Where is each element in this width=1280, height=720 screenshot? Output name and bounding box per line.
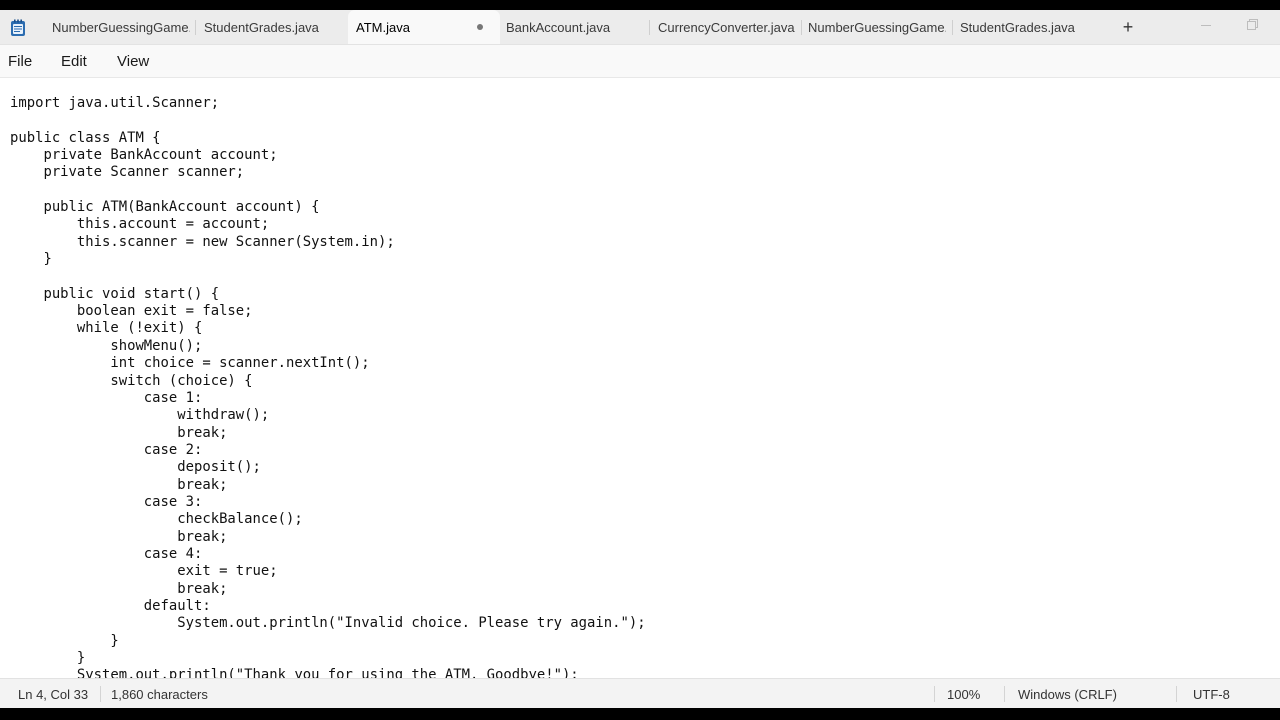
tab-numberguessinggame[interactable]: NumberGuessingGame.java — [44, 10, 196, 44]
restore-icon[interactable] — [1242, 16, 1262, 36]
code-line: break; — [10, 528, 228, 545]
menu-edit[interactable]: Edit — [61, 53, 87, 70]
tab-label: BankAccount.java — [506, 19, 611, 35]
code-line: } — [10, 650, 86, 666]
status-separator — [1004, 686, 1005, 702]
menu-view[interactable]: View — [117, 53, 149, 70]
code-line: showMenu(); — [10, 337, 203, 354]
status-separator — [1176, 686, 1177, 702]
tab-bar: NumberGuessingGame.java StudentGrades.ja… — [0, 10, 1280, 45]
tab-currencyconverter[interactable]: CurrencyConverter.java — [650, 10, 802, 44]
tab-numberguessinggame-2[interactable]: NumberGuessingGame.java — [800, 10, 952, 44]
tab-studentgrades-2[interactable]: StudentGrades.java — [952, 10, 1104, 44]
menu-file[interactable]: File — [8, 53, 32, 70]
status-separator — [934, 686, 935, 702]
unsaved-dot-icon — [477, 24, 483, 30]
code-line: import java.util.Scanner; — [10, 95, 220, 111]
tab-atm[interactable]: ATM.java — [348, 10, 500, 44]
code-line: boolean exit = false; — [10, 303, 253, 320]
code-line: exit = true; — [10, 563, 278, 580]
tab-label: StudentGrades.java — [960, 19, 1075, 35]
minimize-icon[interactable] — [1196, 16, 1216, 36]
code-line: } — [10, 632, 119, 649]
zoom-level[interactable]: 100% — [947, 687, 980, 702]
character-count: 1,860 characters — [111, 687, 208, 702]
code-line: break; — [10, 580, 228, 597]
code-line: public class ATM { — [10, 129, 161, 146]
code-line: default: — [10, 597, 211, 614]
tab-bankaccount[interactable]: BankAccount.java — [498, 10, 650, 44]
code-line: System.out.println("Thank you for using … — [10, 667, 579, 678]
tab-label: NumberGuessingGame.java — [52, 19, 190, 35]
code-line: case 3: — [10, 493, 203, 510]
code-line: private BankAccount account; — [10, 147, 278, 164]
code-line: switch (choice) { — [10, 372, 253, 389]
encoding[interactable]: UTF-8 — [1193, 687, 1230, 702]
tab-label: StudentGrades.java — [204, 19, 319, 35]
code-line: } — [10, 251, 52, 268]
code-line: private Scanner scanner; — [10, 164, 245, 181]
cursor-position: Ln 4, Col 33 — [18, 687, 89, 702]
code-line: this.account = account; — [10, 216, 270, 233]
tab-studentgrades[interactable]: StudentGrades.java — [196, 10, 348, 44]
code-line: System.out.println("Invalid choice. Plea… — [10, 615, 646, 632]
tab-label: CurrencyConverter.java — [658, 19, 795, 35]
code-line: case 4: — [10, 545, 203, 562]
code-line: deposit(); — [10, 459, 261, 476]
code-line: public void start() { — [10, 285, 220, 302]
code-line: this.scanner = new Scanner(System.in); — [10, 233, 395, 250]
code-line: case 2: — [10, 441, 203, 458]
code-line: break; — [10, 476, 228, 493]
code-line: case 1: — [10, 389, 203, 406]
plus-icon[interactable]: + — [1118, 17, 1138, 37]
code-line: int choice = scanner.nextInt(); — [10, 355, 370, 372]
code-line: checkBalance(); — [10, 511, 303, 528]
code-line: while (!exit) { — [10, 320, 203, 337]
text-editor[interactable]: import java.util.Scanner; public class AT… — [0, 77, 1280, 678]
code-content: import java.util.Scanner; public class AT… — [10, 95, 646, 678]
code-line: withdraw(); — [10, 407, 270, 424]
tab-label: ATM.java — [356, 19, 410, 35]
menu-bar: File Edit View — [0, 45, 1280, 76]
status-separator — [100, 686, 101, 702]
code-line: break; — [10, 424, 228, 441]
notepad-icon — [11, 19, 25, 36]
tab-label: NumberGuessingGame.java — [808, 19, 946, 35]
notepad-window: NumberGuessingGame.java StudentGrades.ja… — [0, 10, 1280, 708]
line-ending[interactable]: Windows (CRLF) — [1018, 687, 1117, 702]
status-bar: Ln 4, Col 33 1,860 characters 100% Windo… — [0, 678, 1280, 708]
code-line: public ATM(BankAccount account) { — [10, 199, 320, 216]
